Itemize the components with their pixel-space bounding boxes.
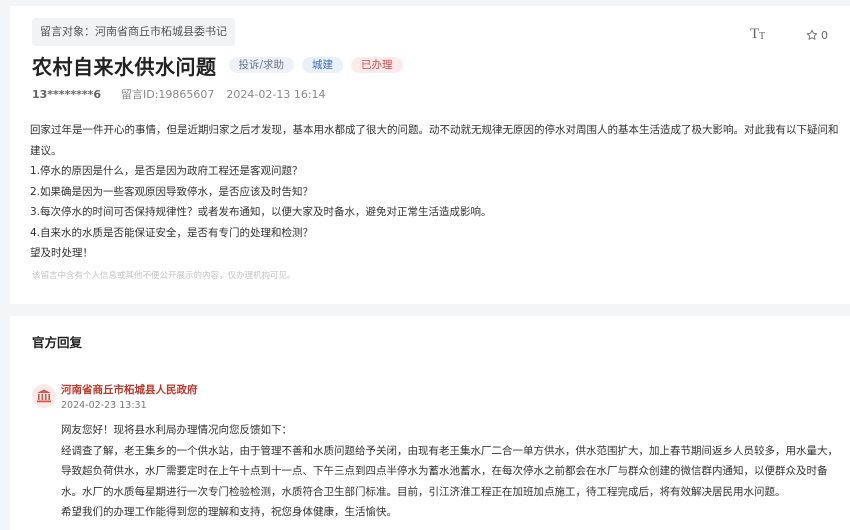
author-phone: 13********6 <box>32 87 101 101</box>
official-reply-card: 官方回复 河南省商丘市柘城县人民政府 2024-02-23 13:31 网友您好… <box>10 316 850 530</box>
star-icon <box>806 29 818 40</box>
page-title: 农村自来水供水问题 <box>32 54 217 79</box>
favorite-count: 0 <box>821 28 828 42</box>
message-target-tag: 留言对象：河南省商丘市柘城县委书记 <box>32 18 235 46</box>
message-time: 2024-02-13 16:14 <box>226 87 326 101</box>
type-badge: 投诉/求助 <box>228 57 295 73</box>
title-row: 农村自来水供水问题 投诉/求助 城建 已办理 <box>32 50 403 80</box>
message-content: 回家过年是一件开心的事情，但是近期归家之后才发现，基本用水都成了很大的问题。动不… <box>30 120 845 264</box>
category-badge: 城建 <box>302 57 344 73</box>
font-size-icon[interactable]: TT <box>744 24 774 46</box>
message-paragraph: 回家过年是一件开心的事情，但是近期归家之后才发现，基本用水都成了很大的问题。动不… <box>30 124 839 157</box>
privacy-note: 该留言中含有个人信息或其他不便公开展示的内容，仅办理机构可见。 <box>32 271 296 281</box>
reply-paragraph: 经调查了解，老王集乡的一个供水站，由于管理不善和水质问题给予关闭，由现有老王集水… <box>61 444 838 498</box>
message-paragraph: 4.自来水的水质是否能保证安全，是否有专门的处理和检测？ <box>30 226 314 239</box>
status-badge: 已办理 <box>351 57 403 73</box>
message-paragraph: 望及时处理！ <box>30 247 93 259</box>
message-card: 留言对象：河南省商丘市柘城县委书记 TT 0 农村自来水供水问题 投诉/求助 城… <box>10 6 850 304</box>
reply-paragraph: 网友您好！现将县水利局办理情况向您反馈如下： <box>61 424 292 436</box>
message-paragraph: 1.停水的原因是什么，是否是因为政府工程还是客观问题？ <box>30 165 303 177</box>
reply-org-name: 河南省商丘市柘城县人民政府 <box>61 384 198 396</box>
government-building-icon <box>32 384 56 408</box>
toolbar: TT 0 <box>744 24 828 46</box>
reply-paragraph: 希望我们的办理工作能得到您的理解和支持，祝您身体健康，生活愉快。 <box>61 506 397 518</box>
message-id: 留言ID:19865607 <box>120 88 215 101</box>
favorite-button[interactable]: 0 <box>806 29 828 42</box>
reply-time: 2024-02-23 13:31 <box>61 400 147 411</box>
message-paragraph: 3.每次停水的时间可否保持规律性？或者发布通知，以便大家及时备水，避免对正常生活… <box>30 206 492 218</box>
reply-section-title: 官方回复 <box>32 335 83 350</box>
message-meta: 13********6 留言ID:19865607 2024-02-13 16:… <box>32 86 326 102</box>
message-paragraph: 2.如果确是因为一些客观原因导致停水，是否应该及时告知？ <box>30 185 314 198</box>
reply-content: 网友您好！现将县水利局办理情况向您反馈如下： 经调查了解，老王集乡的一个供水站，… <box>61 420 846 523</box>
